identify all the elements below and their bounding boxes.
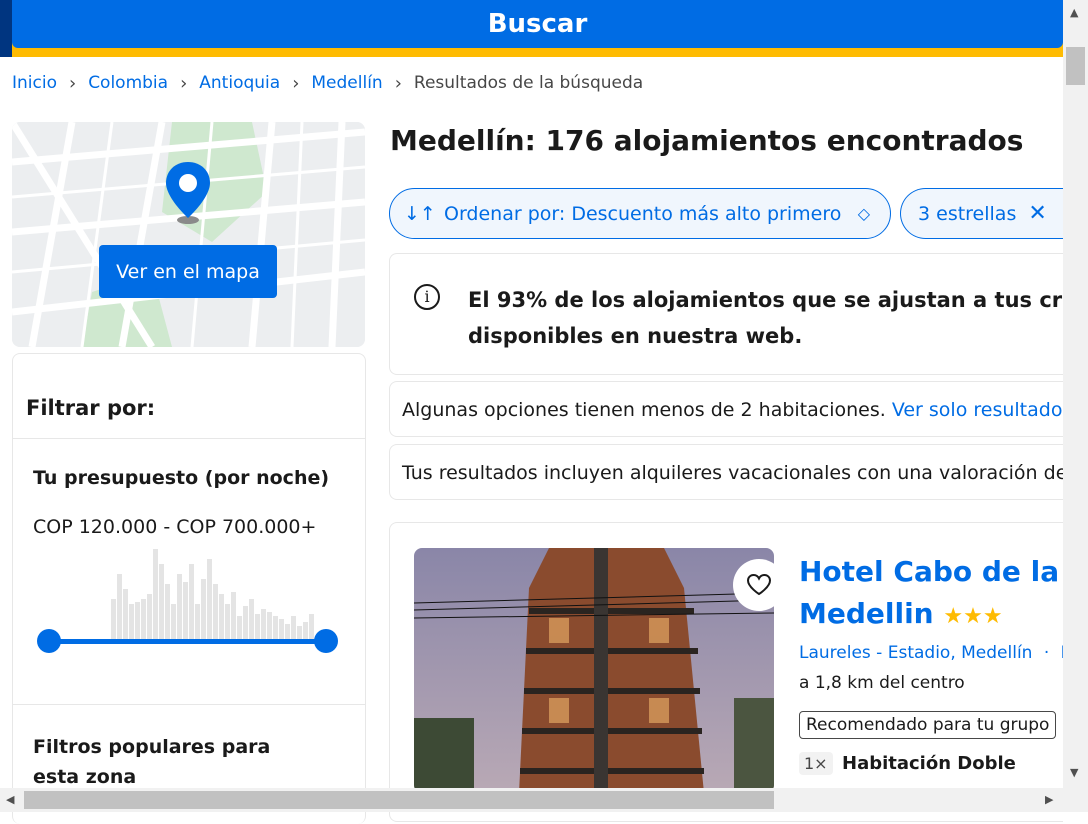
hotel-name-link[interactable]: Hotel Cabo de la V Medellin ★★★	[799, 551, 1063, 638]
hotel-location: Laureles - Estadio, Medellín · Mo	[799, 643, 1063, 663]
chevron-right-icon: ›	[292, 72, 300, 94]
filter-panel: Filtrar por: Tu presupuesto (por noche) …	[12, 353, 366, 824]
availability-line-2: disponibles en nuestra web.	[468, 324, 803, 348]
breadcrumb-inicio[interactable]: Inicio	[12, 73, 57, 93]
availability-message: El 93% de los alojamientos que se ajusta…	[468, 282, 1063, 354]
vertical-scroll-thumb[interactable]	[1066, 47, 1085, 85]
chevron-right-icon: ›	[68, 72, 77, 94]
scroll-left-arrow[interactable]: ◀	[6, 793, 14, 806]
map-graphic	[12, 122, 365, 347]
location-link[interactable]: Laureles - Estadio, Medellín	[799, 643, 1032, 663]
search-button[interactable]: Buscar	[12, 0, 1063, 48]
breadcrumb-medellin[interactable]: Medellín	[311, 73, 382, 93]
property-card[interactable]: Hotel Cabo de la V Medellin ★★★ Laureles…	[389, 522, 1063, 822]
room-type: Habitación Doble	[842, 753, 1016, 774]
rooms-note-text: Algunas opciones tienen menos de 2 habit…	[402, 399, 886, 421]
hotel-name-line-1: Hotel Cabo de la V	[799, 555, 1063, 588]
distance-from-center: a 1,8 km del centro	[799, 673, 965, 693]
filter-chip-label: 3 estrellas	[918, 202, 1017, 225]
breadcrumb-colombia[interactable]: Colombia	[88, 73, 168, 93]
price-histogram	[111, 549, 314, 639]
rooms-note: Algunas opciones tienen menos de 2 habit…	[389, 381, 1063, 437]
availability-info-box: i El 93% de los alojamientos que se ajus…	[389, 253, 1063, 375]
close-icon[interactable]: ✕	[1028, 201, 1046, 226]
show-map-button[interactable]: Ver en el mapa	[99, 245, 277, 298]
breadcrumb: Inicio › Colombia › Antioquia › Medellín…	[12, 70, 643, 96]
hotel-name-line-2: Medellin	[799, 597, 934, 630]
hotel-building-image	[414, 548, 774, 793]
vacation-rentals-text: Tus resultados incluyen alquileres vacac…	[402, 462, 1063, 484]
filter-chip-3-stars[interactable]: 3 estrellas ✕	[900, 188, 1063, 239]
breadcrumb-current: Resultados de la búsqueda	[413, 73, 644, 93]
budget-title: Tu presupuesto (por noche)	[33, 467, 330, 489]
show-only-results-link[interactable]: Ver solo resultados	[892, 399, 1063, 421]
filter-title: Filtrar por:	[26, 396, 156, 420]
sort-label: Ordenar por: Descuento más alto primero	[444, 202, 842, 225]
header-strip	[0, 0, 12, 57]
divider	[13, 438, 365, 439]
budget-range: COP 120.000 - COP 700.000+	[33, 516, 317, 538]
sort-button[interactable]: ↓↑ Ordenar por: Descuento más alto prime…	[389, 188, 891, 239]
results-title: Medellín: 176 alojamientos encontrados	[390, 124, 1024, 157]
map-pin-icon	[166, 162, 210, 224]
price-slider-min-handle[interactable]	[37, 629, 61, 653]
separator-dot: ·	[1043, 643, 1050, 663]
breadcrumb-antioquia[interactable]: Antioquia	[199, 73, 280, 93]
popular-filters-title: Filtros populares para esta zona	[33, 736, 271, 788]
vacation-rentals-note: Tus resultados incluyen alquileres vacac…	[389, 444, 1063, 500]
star-rating: ★★★	[943, 604, 1003, 629]
scroll-right-arrow[interactable]: ▶	[1045, 793, 1053, 806]
hotel-photo[interactable]	[414, 548, 774, 793]
chevron-right-icon: ›	[394, 72, 402, 94]
chevron-updown-icon: ◇	[857, 204, 870, 223]
scroll-up-arrow[interactable]: ▲	[1070, 6, 1078, 19]
scroll-down-arrow[interactable]: ▼	[1070, 766, 1078, 779]
availability-line-1: El 93% de los alojamientos que se ajusta…	[468, 288, 1063, 312]
heart-icon	[746, 573, 772, 596]
horizontal-scroll-thumb[interactable]	[24, 791, 774, 809]
recommended-badge: Recomendado para tu grupo	[799, 711, 1057, 739]
divider	[13, 704, 365, 705]
vertical-scrollbar[interactable]	[1063, 0, 1088, 812]
info-icon: i	[414, 284, 440, 310]
chevron-right-icon: ›	[180, 72, 188, 94]
map-preview[interactable]: Ver en el mapa	[12, 122, 365, 347]
sort-icon: ↓↑	[404, 202, 436, 225]
room-quantity: 1×	[799, 752, 833, 775]
price-slider-track	[49, 639, 326, 644]
price-slider-max-handle[interactable]	[314, 629, 338, 653]
